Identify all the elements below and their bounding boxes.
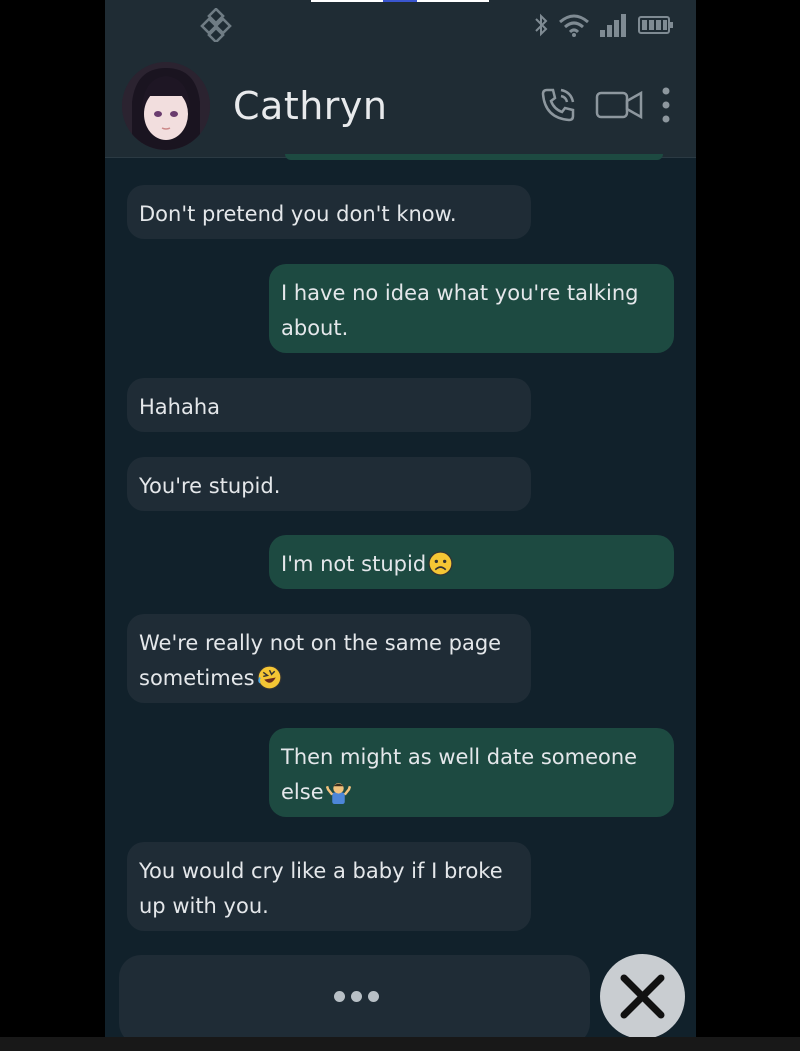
message-received: Hahaha: [127, 378, 531, 432]
avatar-image: [122, 62, 210, 150]
typing-indicator: [334, 991, 379, 1002]
system-bottom-bar: [0, 1037, 800, 1051]
message-sent: Then might as well date someone else: [269, 728, 674, 817]
wifi-icon: [559, 14, 589, 37]
status-bar: [105, 0, 696, 52]
message-received: You're stupid.: [127, 457, 531, 511]
status-top-line-accent: [383, 0, 417, 2]
video-call-icon[interactable]: [595, 86, 643, 124]
rolling-on-floor-laughing-emoji: [256, 665, 282, 690]
message-text: You would cry like a baby if I broke up …: [139, 859, 503, 918]
bluetooth-icon: [535, 13, 548, 37]
message-received: You would cry like a baby if I broke up …: [127, 842, 531, 931]
message-sent: I have no idea what you're talking about…: [269, 264, 674, 353]
message-text: We're really not on the same page someti…: [139, 631, 502, 690]
battery-icon: [638, 16, 673, 34]
close-button[interactable]: [600, 954, 685, 1037]
message-text: Don't pretend you don't know.: [139, 202, 457, 226]
message-text: I have no idea what you're talking about…: [281, 281, 639, 340]
close-icon: [620, 974, 665, 1019]
frowning-face-emoji: [428, 551, 453, 576]
more-vertical-icon[interactable]: [659, 86, 673, 124]
avatar[interactable]: [122, 62, 210, 150]
person-shrugging-emoji: [325, 783, 351, 804]
chat-screen: Cathryn Don't pretend you don't know. I …: [105, 0, 696, 1037]
message-received: We're really not on the same page someti…: [127, 614, 531, 703]
message-received: Don't pretend you don't know.: [127, 185, 531, 239]
message-text: You're stupid.: [139, 474, 281, 498]
contact-name: Cathryn: [233, 84, 388, 128]
app-icon: [200, 8, 232, 42]
message-list[interactable]: Don't pretend you don't know. I have no …: [105, 158, 696, 948]
phone-call-icon[interactable]: [539, 86, 577, 124]
message-text: Hahaha: [139, 395, 221, 419]
message-text: I'm not stupid: [281, 552, 427, 576]
chat-header: Cathryn: [105, 52, 696, 158]
message-sent: I'm not stupid: [269, 535, 674, 589]
message-input[interactable]: [119, 955, 590, 1037]
signal-icon: [600, 14, 626, 37]
